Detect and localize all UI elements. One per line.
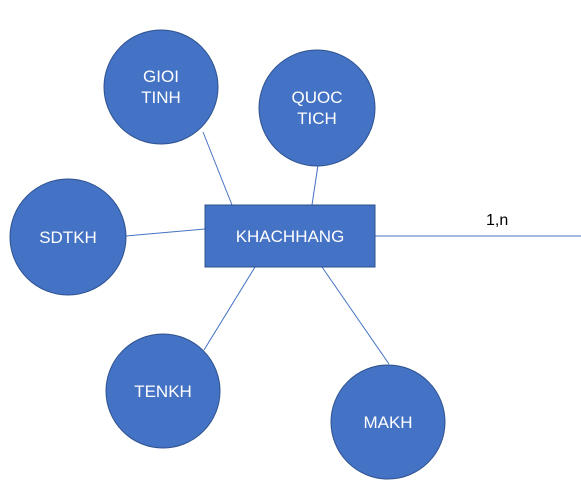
attribute-gioitinh-label-line1: GIOI <box>143 67 179 86</box>
attribute-makh-label: MAKH <box>363 413 412 432</box>
connector-tenkh <box>203 266 256 351</box>
attribute-sdtkh-label: SDTKH <box>39 228 97 247</box>
attribute-gioitinh: GIOI TINH <box>103 29 219 145</box>
attribute-tenkh: TENKH <box>105 333 221 449</box>
attribute-quoctich-label-line2: TICH <box>297 109 337 128</box>
attribute-makh: MAKH <box>330 364 446 480</box>
attribute-gioitinh-ellipse <box>103 29 219 145</box>
attribute-gioitinh-label-line2: TINH <box>141 88 181 107</box>
entity-khachhang: KHACHHANG <box>204 204 376 268</box>
attribute-quoctich-label-line1: QUOC <box>292 88 343 107</box>
connector-makh <box>321 266 390 365</box>
attribute-tenkh-label: TENKH <box>134 382 192 401</box>
cardinality-label: 1,n <box>486 212 508 229</box>
connector-gioitinh <box>202 131 233 206</box>
attribute-quoctich: QUOC TICH <box>258 49 376 167</box>
er-diagram: 1,n GIOI TINH QUOC TICH SDTKH TENKH MAKH… <box>9 29 581 480</box>
entity-khachhang-label: KHACHHANG <box>236 227 345 246</box>
attribute-quoctich-ellipse <box>258 49 376 167</box>
connector-quoctich <box>311 164 319 206</box>
attribute-sdtkh: SDTKH <box>9 178 127 296</box>
connector-sdtkh <box>125 228 206 237</box>
